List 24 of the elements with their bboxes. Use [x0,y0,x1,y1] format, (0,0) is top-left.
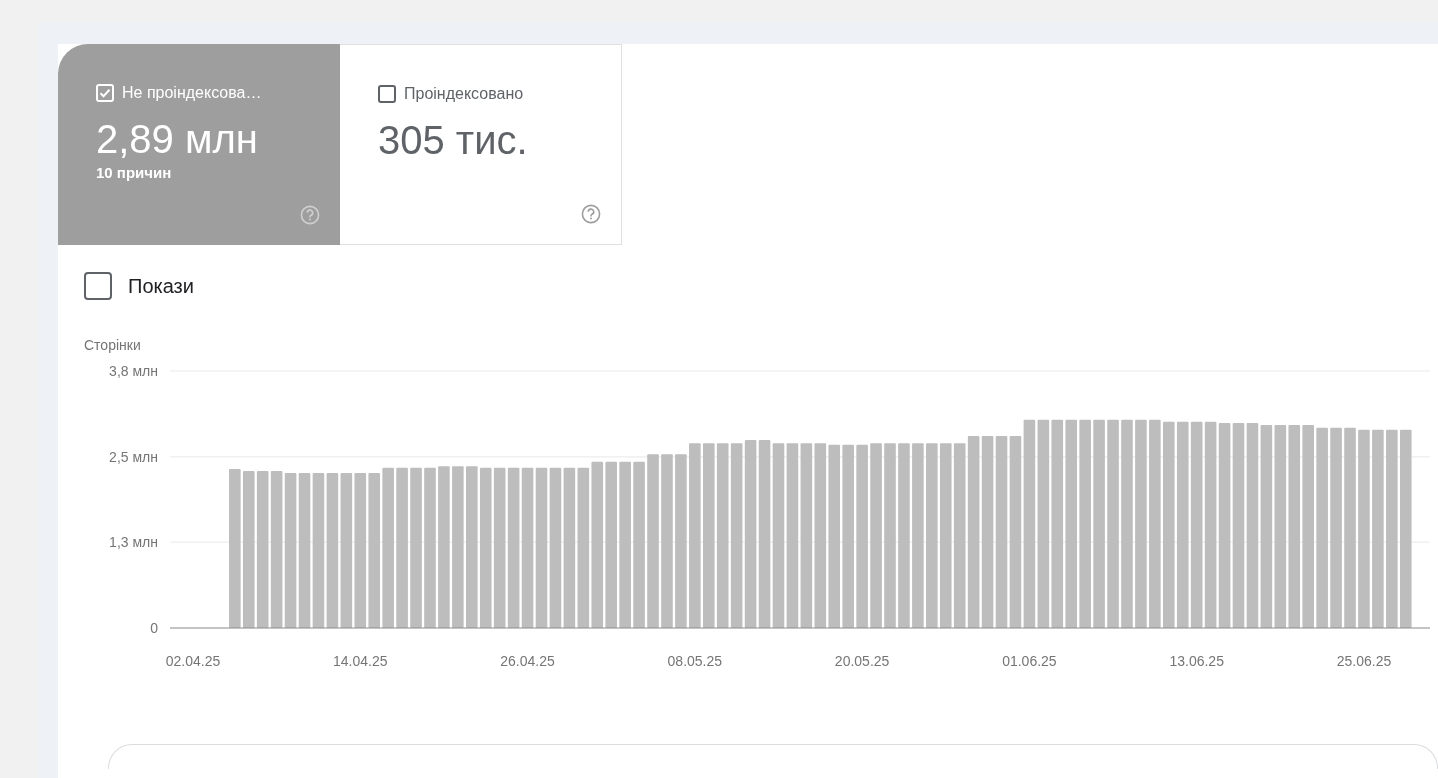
axis-title: Сторінки [84,337,141,353]
x-tick-label: 26.04.25 [500,653,555,669]
x-tick-label: 08.05.25 [667,653,723,669]
x-tick-label: 14.04.25 [333,653,388,669]
x-tick-label: 13.06.25 [1169,653,1224,669]
card-subtitle: 10 причин [96,164,173,181]
help-icon[interactable] [300,205,320,225]
x-tick-label: 01.06.25 [1002,653,1057,669]
help-icon[interactable] [581,204,601,224]
y-tick-label: 2,5 млн [109,448,158,465]
summary-card[interactable]: Проіндексовано 305 тис. [340,44,622,245]
x-tick-label: 20.05.25 [834,653,890,669]
checkbox-label: Покази [128,274,194,298]
x-tick-label: 25.06.25 [1336,653,1392,669]
card-label: Не проіндексова… [122,84,262,102]
card-value: 2,89 млн [96,116,259,162]
checkbox[interactable] [84,272,112,300]
card-label: Проіндексовано [404,85,524,103]
y-tick-label: 0 [150,620,158,636]
checkbox[interactable] [378,85,396,103]
y-tick-label: 3,8 млн [109,363,158,379]
x-tick-label: 02.04.25 [165,653,221,669]
card-value: 305 тис. [378,117,529,163]
y-tick-label: 1,3 млн [109,534,158,551]
